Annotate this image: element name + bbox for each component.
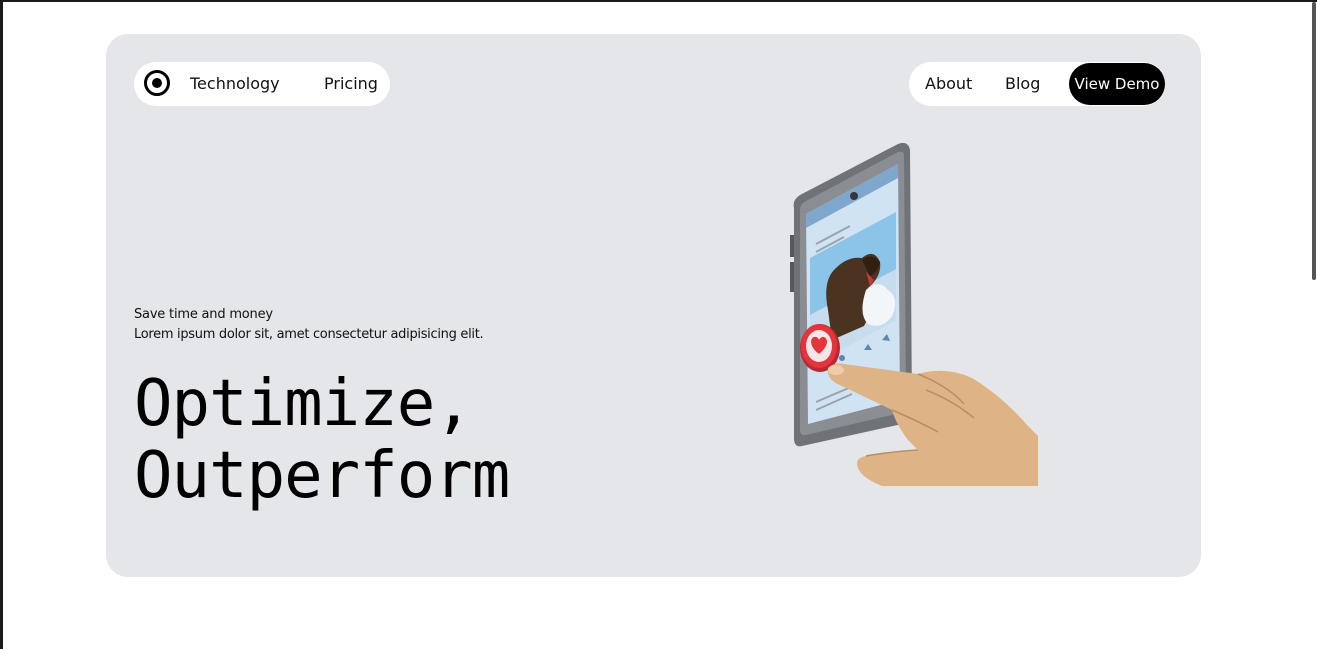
hero-tagline: Save time and money	[134, 307, 273, 322]
secondary-nav: About Blog View Demo	[909, 62, 1165, 106]
window-frame-top	[0, 0, 1317, 2]
hero-section: Technology Pricing About Blog View Demo …	[106, 34, 1201, 577]
hero-subline: Lorem ipsum dolor sit, amet consectetur …	[134, 327, 484, 342]
primary-nav: Technology Pricing	[134, 62, 390, 106]
hero-headline: Optimize, Outperform	[134, 367, 510, 513]
nav-link-about[interactable]: About	[925, 74, 972, 93]
phone-like-illustration	[790, 142, 1038, 486]
nav-link-blog[interactable]: Blog	[1005, 74, 1040, 93]
nav-link-pricing[interactable]: Pricing	[324, 74, 378, 93]
circle-dot-icon[interactable]	[144, 70, 170, 96]
window-frame-left	[0, 0, 3, 649]
view-demo-button[interactable]: View Demo	[1069, 63, 1165, 105]
headline-line-1: Optimize,	[134, 367, 473, 441]
scrollbar[interactable]	[1312, 2, 1316, 280]
nav-link-technology[interactable]: Technology	[190, 74, 280, 93]
headline-line-2: Outperform	[134, 439, 510, 513]
